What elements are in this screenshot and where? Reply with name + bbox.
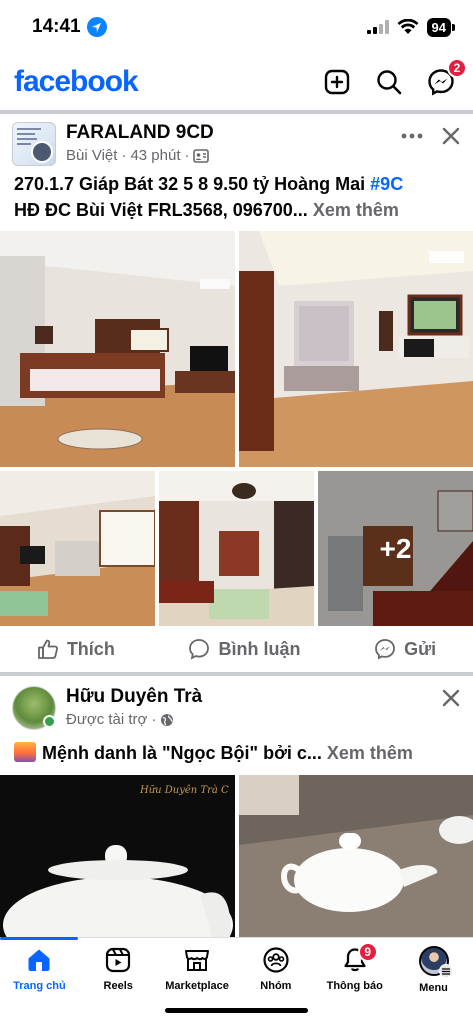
active-status-dot bbox=[43, 715, 56, 728]
notifications-badge: 9 bbox=[357, 942, 378, 962]
thumbs-up-icon bbox=[37, 639, 58, 659]
profile-avatar bbox=[418, 946, 453, 978]
post2-see-more[interactable]: Xem thêm bbox=[327, 743, 413, 763]
post1-text-line1: 270.1.7 Giáp Bát 32 5 8 9.50 tỷ Hoàng Ma… bbox=[14, 171, 464, 197]
status-bar: 14:41 94 bbox=[0, 0, 473, 54]
post1-text: 270.1.7 Giáp Bát 32 5 8 9.50 tỷ Hoàng Ma… bbox=[14, 171, 464, 223]
nav-groups-label: Nhóm bbox=[260, 980, 292, 992]
post2-photo-teapot-dark[interactable]: Hữu Duyên Trà C bbox=[0, 775, 235, 937]
post2-caption: Mệnh danh là "Ngọc Bội" bởi c... bbox=[42, 743, 322, 763]
marketplace-icon bbox=[185, 950, 210, 971]
like-label: Thích bbox=[66, 638, 115, 659]
post1-page-avatar[interactable] bbox=[12, 122, 56, 166]
post1-photo-more[interactable]: +2 bbox=[318, 471, 473, 626]
post2-image-caption: Hữu Duyên Trà C bbox=[140, 785, 229, 796]
post1-photo-room2[interactable] bbox=[0, 471, 155, 626]
members-icon bbox=[193, 148, 210, 163]
dot-separator: · bbox=[151, 711, 157, 728]
post2-page-name[interactable]: Hữu Duyên Trà bbox=[66, 686, 441, 708]
post1-author[interactable]: Bùi Việt bbox=[66, 147, 117, 164]
sunset-emoji-icon bbox=[14, 742, 36, 762]
send-button[interactable]: Gửi bbox=[374, 638, 436, 660]
teapot-dark-image bbox=[0, 775, 235, 937]
post2-page-avatar[interactable] bbox=[12, 686, 56, 730]
teapot-table-image bbox=[239, 775, 473, 937]
close-icon[interactable] bbox=[441, 126, 461, 146]
location-arrow-icon bbox=[86, 17, 107, 37]
bedroom-image bbox=[0, 231, 235, 467]
active-tab-indicator bbox=[0, 937, 79, 940]
cellular-signal-icon bbox=[366, 20, 389, 34]
post1-subline: Bùi Việt · 43 phút · bbox=[66, 147, 401, 164]
search-button[interactable] bbox=[371, 64, 407, 100]
dot-separator: · bbox=[121, 147, 127, 164]
app-header: facebook 2 bbox=[0, 54, 473, 110]
status-time: 14:41 bbox=[32, 16, 81, 37]
more-photos-count: +2 bbox=[379, 532, 412, 564]
send-label: Gửi bbox=[404, 638, 437, 659]
post1-action-row: Thích Bình luận Gửi bbox=[0, 626, 473, 672]
comment-button[interactable]: Bình luận bbox=[188, 638, 300, 660]
post1-photo-hall[interactable] bbox=[159, 471, 314, 626]
comment-icon bbox=[189, 639, 210, 660]
post1-text-part: HĐ ĐC Bùi Việt FRL3568, 096700... bbox=[14, 200, 308, 220]
post1-photo-livingroom[interactable] bbox=[239, 231, 473, 467]
close-icon[interactable] bbox=[441, 688, 461, 708]
comment-label: Bình luận bbox=[218, 638, 301, 659]
nav-home[interactable]: Trang chủ bbox=[0, 937, 79, 1024]
nav-menu-label: Menu bbox=[419, 982, 448, 994]
wifi-icon bbox=[397, 19, 419, 34]
post1-photo-bedroom[interactable] bbox=[0, 231, 235, 467]
home-indicator[interactable] bbox=[165, 1008, 308, 1013]
post2-header-actions bbox=[441, 686, 461, 708]
post1-meta: FARALAND 9CD Bùi Việt · 43 phút · bbox=[66, 122, 401, 164]
status-indicators: 94 bbox=[366, 17, 456, 37]
post2-sponsored[interactable]: Được tài trợ bbox=[66, 711, 147, 728]
hallway-image bbox=[159, 471, 314, 626]
status-time-group: 14:41 bbox=[32, 16, 107, 38]
nav-home-label: Trang chủ bbox=[13, 980, 66, 992]
post1-page-name[interactable]: FARALAND 9CD bbox=[66, 122, 401, 144]
room-image bbox=[0, 471, 155, 626]
nav-notifications-label: Thông báo bbox=[326, 980, 383, 992]
like-button[interactable]: Thích bbox=[37, 638, 115, 660]
post2-meta: Hữu Duyên Trà Được tài trợ · bbox=[66, 686, 441, 728]
plus-square-icon bbox=[324, 69, 350, 95]
dot-separator: · bbox=[184, 147, 190, 164]
post1-see-more[interactable]: Xem thêm bbox=[313, 200, 399, 220]
post2-subline: Được tài trợ · bbox=[66, 711, 441, 728]
menu-lines-icon bbox=[438, 964, 453, 978]
post1-header-actions bbox=[401, 122, 461, 146]
post1-time[interactable]: 43 phút bbox=[130, 147, 180, 164]
more-options-icon[interactable] bbox=[401, 133, 423, 139]
messenger-badge: 2 bbox=[447, 58, 467, 78]
nav-notifications[interactable]: 9 Thông báo bbox=[316, 942, 394, 1024]
messenger-button[interactable]: 2 bbox=[423, 58, 467, 100]
post2-photo-teapot-table[interactable] bbox=[239, 775, 473, 937]
facebook-logo[interactable]: facebook bbox=[14, 65, 139, 99]
more-photos-overlay[interactable]: +2 bbox=[318, 471, 473, 626]
search-icon bbox=[377, 70, 402, 95]
groups-icon bbox=[263, 947, 289, 973]
nav-menu[interactable]: Menu bbox=[395, 946, 473, 1024]
post1-text-line2: HĐ ĐC Bùi Việt FRL3568, 096700... Xem th… bbox=[14, 197, 464, 223]
nav-reels-label: Reels bbox=[103, 980, 133, 992]
post2-text: Mệnh danh là "Ngọc Bội" bởi c... Xem thê… bbox=[14, 740, 464, 766]
feed-divider bbox=[0, 672, 473, 676]
messenger-send-icon bbox=[375, 639, 395, 660]
globe-icon bbox=[161, 713, 174, 726]
post2-header: Hữu Duyên Trà Được tài trợ · bbox=[0, 686, 473, 730]
nav-marketplace-label: Marketplace bbox=[165, 980, 229, 992]
post1-header: FARALAND 9CD Bùi Việt · 43 phút · bbox=[0, 122, 473, 166]
nav-reels[interactable]: Reels bbox=[79, 946, 157, 1024]
create-post-button[interactable] bbox=[319, 64, 355, 100]
feed-divider bbox=[0, 110, 473, 114]
post1-hashtag[interactable]: #9C bbox=[370, 174, 403, 194]
battery-indicator: 94 bbox=[426, 17, 456, 37]
post1-text-part: 270.1.7 Giáp Bát 32 5 8 9.50 tỷ Hoàng Ma… bbox=[14, 174, 371, 194]
living-room-image bbox=[239, 231, 473, 467]
reels-icon bbox=[106, 947, 131, 973]
header-actions: 2 bbox=[319, 58, 467, 100]
home-icon bbox=[28, 949, 50, 971]
